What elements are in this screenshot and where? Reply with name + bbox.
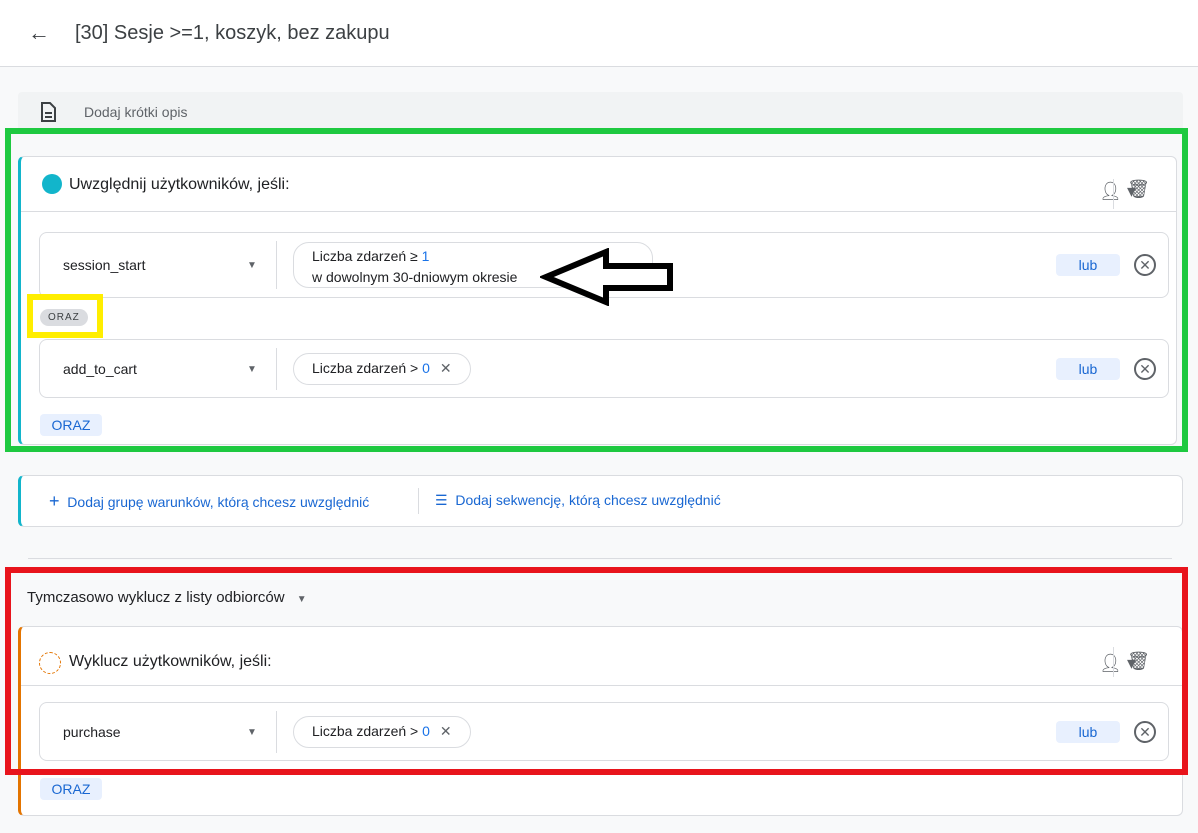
description-field[interactable]: Dodaj krótki opis — [18, 92, 1183, 130]
trash-icon[interactable]: 🗑︎ — [1127, 179, 1150, 200]
remove-condition-icon[interactable]: ✕ — [1134, 358, 1156, 380]
exclude-title: Wyklucz użytkowników, jeśli: — [69, 653, 272, 670]
remove-condition-icon[interactable]: ✕ — [1134, 254, 1156, 276]
include-title: Uwzględnij użytkowników, jeśli: — [69, 176, 290, 193]
sequence-list-icon: ☰ — [435, 492, 448, 508]
document-icon — [41, 102, 56, 122]
event-select[interactable]: purchase — [63, 724, 121, 740]
include-dot-icon — [42, 174, 62, 194]
caret-down-icon[interactable]: ▼ — [247, 364, 257, 375]
caret-down-icon[interactable]: ▼ — [247, 727, 257, 738]
and-button[interactable]: ORAZ — [40, 414, 102, 436]
add-actions-bar: + Dodaj grupę warunków, którą chcesz uwz… — [18, 475, 1183, 527]
or-button[interactable]: lub — [1056, 721, 1120, 743]
or-button[interactable]: lub — [1056, 254, 1120, 276]
exclude-group-card: Wyklucz użytkowników, jeśli: 👤︎ ▾ 🗑︎ pur… — [18, 626, 1183, 816]
caret-down-icon[interactable]: ▼ — [247, 260, 257, 271]
add-group-button[interactable]: + Dodaj grupę warunków, którą chcesz uwz… — [49, 491, 369, 512]
description-placeholder: Dodaj krótki opis — [84, 104, 188, 120]
event-select[interactable]: add_to_cart — [63, 361, 137, 377]
event-select[interactable]: session_start — [63, 257, 145, 273]
plus-icon: + — [49, 491, 60, 511]
add-sequence-button[interactable]: ☰ Dodaj sekwencję, którą chcesz uwzględn… — [435, 492, 721, 509]
exclude-dot-icon — [39, 652, 61, 674]
filter-chip[interactable]: Liczba zdarzeń > 0 ✕ — [293, 716, 471, 748]
condition-row: add_to_cart ▼ Liczba zdarzeń > 0 ✕ lub ✕ — [39, 339, 1169, 398]
black-arrow-annotation — [540, 248, 673, 306]
header: ← [30] Sesje >=1, koszyk, bez zakupu — [0, 0, 1198, 67]
remove-condition-icon[interactable]: ✕ — [1134, 721, 1156, 743]
condition-row: purchase ▼ Liczba zdarzeń > 0 ✕ lub ✕ — [39, 702, 1169, 761]
and-chip: ORAZ — [40, 309, 88, 326]
and-button[interactable]: ORAZ — [40, 778, 102, 800]
filter-chip[interactable]: Liczba zdarzeń > 0 ✕ — [293, 353, 471, 385]
or-button[interactable]: lub — [1056, 358, 1120, 380]
trash-icon[interactable]: 🗑︎ — [1127, 651, 1150, 672]
page-title: [30] Sesje >=1, koszyk, bez zakupu — [75, 22, 390, 44]
exclude-mode-dropdown[interactable]: Tymczasowo wyklucz z listy odbiorców ▼ — [27, 589, 307, 606]
arrow-left-icon[interactable]: ← — [28, 20, 50, 46]
